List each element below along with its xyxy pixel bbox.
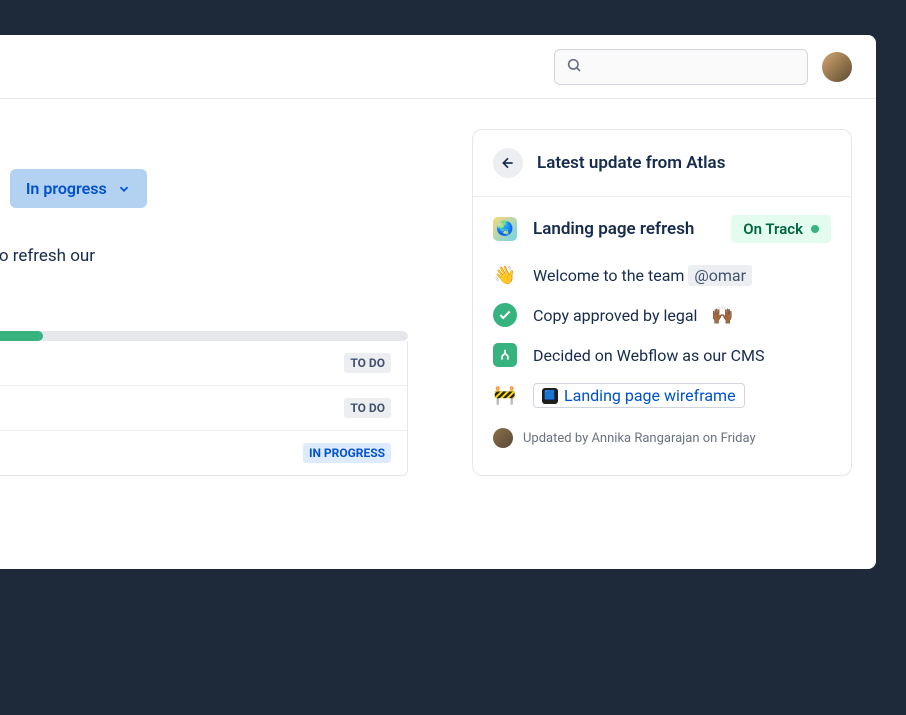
update-text: Decided on Webflow as our CMS bbox=[533, 346, 764, 365]
update-row: 🚧 🟦 Landing page wireframe bbox=[493, 383, 831, 408]
raised-hands-icon: 🙌🏾 bbox=[711, 305, 733, 326]
status-badge: TO DO bbox=[344, 398, 391, 418]
update-row: Decided on Webflow as our CMS bbox=[493, 343, 831, 367]
author-avatar bbox=[493, 428, 513, 448]
progress-fill bbox=[0, 331, 43, 341]
arrow-left-icon bbox=[500, 155, 516, 171]
search-input[interactable] bbox=[554, 49, 808, 85]
track-status: On Track bbox=[731, 215, 831, 243]
description-line: rd launch we will be need to refresh our bbox=[0, 244, 408, 270]
update-text: Copy approved by legal 🙌🏾 bbox=[533, 305, 734, 326]
main-column: / BCL-19 page refresh In progress rd lau… bbox=[0, 129, 408, 476]
description-line: note the new product bbox=[0, 270, 408, 296]
status-badge: IN PROGRESS bbox=[303, 443, 391, 463]
link-text: Landing page wireframe bbox=[564, 386, 736, 405]
back-button[interactable] bbox=[493, 148, 523, 178]
update-row: Copy approved by legal 🙌🏾 bbox=[493, 303, 831, 327]
content: / BCL-19 page refresh In progress rd lau… bbox=[0, 99, 876, 476]
task-list: ot for hype video TO DO ated footer link… bbox=[0, 341, 408, 476]
footer-text: Updated by Annika Rangarajan on Friday bbox=[523, 431, 756, 446]
task-row[interactable]: / for terms and conditions IN PROGRESS bbox=[0, 431, 407, 475]
panel-body: 🌏 Landing page refresh On Track 👋 Welcom… bbox=[473, 197, 851, 462]
check-icon bbox=[493, 303, 517, 327]
progress-bar bbox=[0, 331, 408, 341]
panel-header: Latest update from Atlas bbox=[473, 130, 851, 197]
status-label: In progress bbox=[26, 179, 107, 198]
status-dropdown[interactable]: In progress bbox=[10, 169, 147, 208]
project-row: 🌏 Landing page refresh On Track bbox=[493, 215, 831, 243]
chevron-down-icon bbox=[117, 182, 131, 196]
status-badge: TO DO bbox=[344, 353, 391, 373]
track-label: On Track bbox=[743, 220, 803, 238]
title-row: page refresh In progress bbox=[0, 169, 408, 208]
legal-text: Copy approved by legal bbox=[533, 306, 697, 325]
wave-icon: 👋 bbox=[493, 263, 517, 287]
figma-icon: 🟦 bbox=[542, 388, 558, 404]
update-row: 👋 Welcome to the team @omar bbox=[493, 263, 831, 287]
project-name: Landing page refresh bbox=[533, 219, 715, 239]
figma-link[interactable]: 🟦 Landing page wireframe bbox=[533, 383, 745, 408]
update-text: Welcome to the team @omar bbox=[533, 266, 752, 285]
branch-icon bbox=[493, 343, 517, 367]
panel-footer: Updated by Annika Rangarajan on Friday bbox=[493, 428, 831, 448]
breadcrumb: / BCL-19 bbox=[0, 129, 408, 151]
update-panel: Latest update from Atlas 🌏 Landing page … bbox=[472, 129, 852, 476]
user-avatar[interactable] bbox=[822, 52, 852, 82]
search-wrap bbox=[554, 49, 808, 85]
task-row[interactable]: ated footer links TO DO bbox=[0, 386, 407, 431]
topbar bbox=[0, 35, 876, 99]
search-icon bbox=[566, 57, 582, 77]
status-dot-icon bbox=[811, 225, 819, 233]
description: rd launch we will be need to refresh our… bbox=[0, 244, 408, 295]
project-icon: 🌏 bbox=[493, 217, 517, 241]
app-window: / BCL-19 page refresh In progress rd lau… bbox=[0, 35, 876, 569]
construction-icon: 🚧 bbox=[493, 384, 517, 408]
panel-title: Latest update from Atlas bbox=[537, 153, 725, 173]
mention[interactable]: @omar bbox=[688, 265, 752, 286]
task-row[interactable]: ot for hype video TO DO bbox=[0, 341, 407, 386]
welcome-text: Welcome to the team bbox=[533, 266, 688, 285]
